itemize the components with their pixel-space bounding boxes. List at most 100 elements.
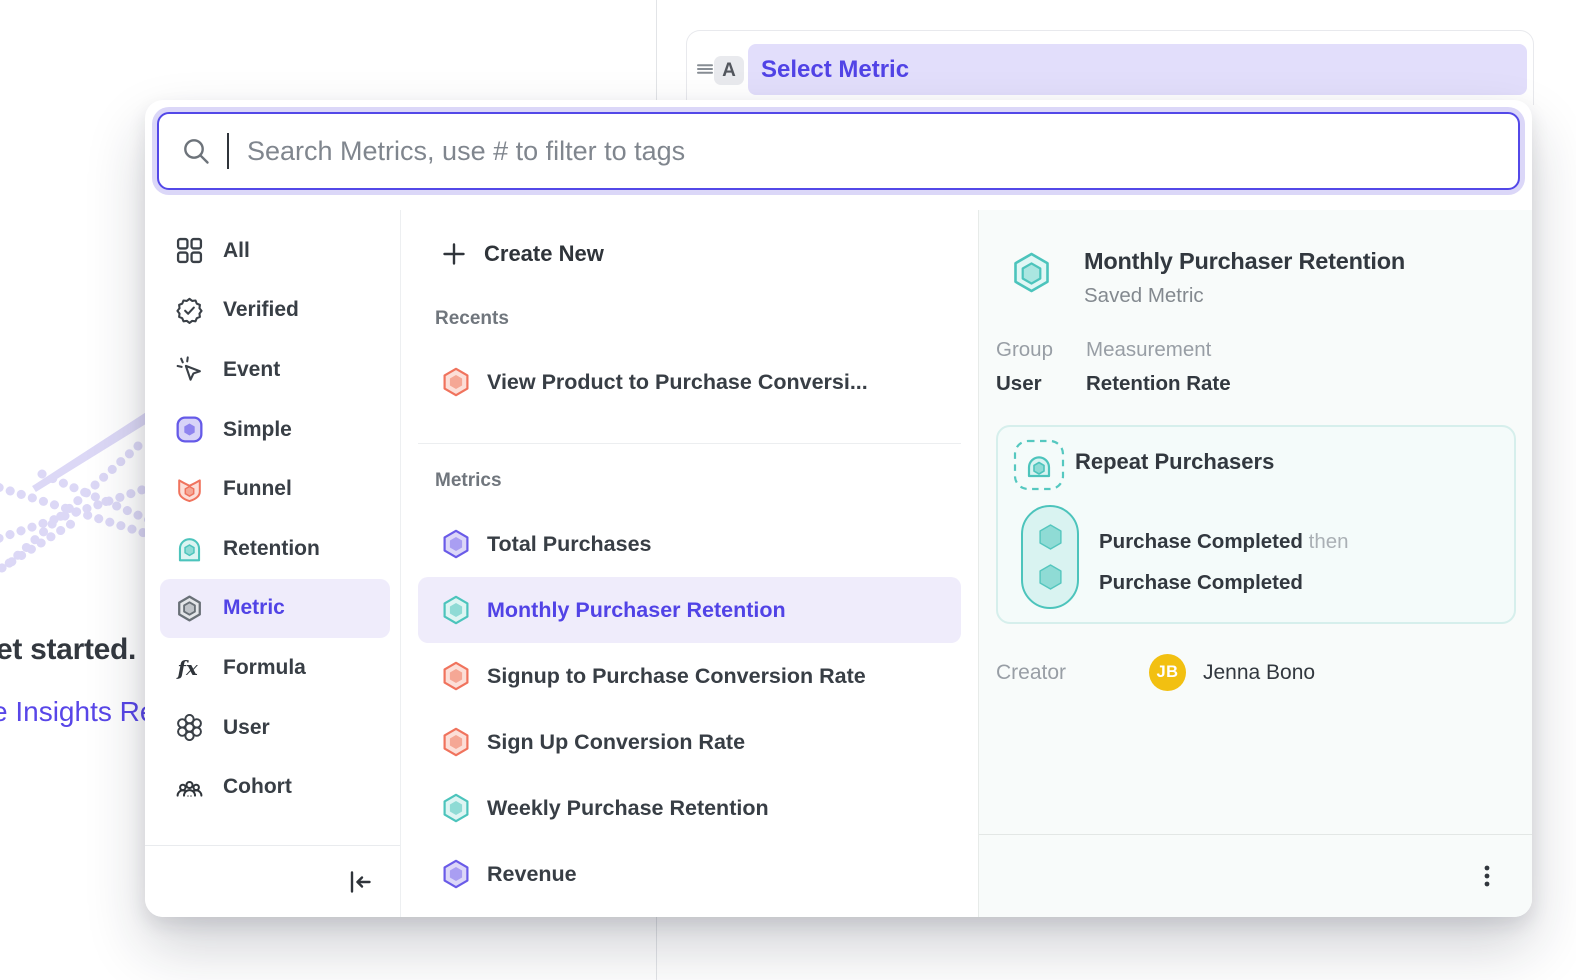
sidebar-item-label: Verified [223,298,299,322]
select-metric-button[interactable]: Select Metric [748,44,1527,95]
metric-item-label: Total Purchases [487,532,652,557]
metric-hexagon-icon [441,367,471,397]
background-insights-link-fragment[interactable]: e Insights Re [0,696,155,728]
step-capsule [1021,505,1079,609]
details-footer [979,834,1532,917]
group-label: Group [996,338,1086,362]
metric-picker-modal: All Verified Event Simple Funnel Retention Met… [145,100,1532,917]
sidebar-item-funnel[interactable]: Funnel [160,459,390,519]
metric-list-item[interactable]: Revenue [418,841,961,907]
cohort-definition-icon [1013,439,1065,491]
funnel-icon [176,476,203,503]
sidebar-item-label: Formula [223,656,306,680]
section-divider [418,443,961,444]
section-items: View Product to Purchase Conversi... [418,349,961,415]
sidebar-item-label: Metric [223,596,285,620]
step-lines: Purchase Completed thenPurchase Complete… [1099,521,1349,603]
metric-hexagon-icon [441,793,471,823]
metric-hexagon-icon [441,859,471,889]
search-icon [181,136,211,166]
sidebar-item-metric[interactable]: Metric [160,579,390,639]
sidebar-item-label: Simple [223,418,292,442]
section-label-metrics: Metrics [418,466,961,496]
step-line: Purchase Completed [1099,562,1349,603]
sidebar-item-simple[interactable]: Simple [160,400,390,460]
create-new-button[interactable]: Create New [418,226,961,282]
grid-icon [176,237,203,264]
metric-list-item[interactable]: Signup to Purchase Conversion Rate [418,643,961,709]
sidebar-footer [145,845,400,917]
saved-metric-name: Repeat Purchasers [1075,449,1274,475]
metric-item-label: Signup to Purchase Conversion Rate [487,664,866,689]
retention-icon [176,535,203,562]
sidebar-item-label: Retention [223,537,320,561]
user-icon [176,714,203,741]
sidebar-item-label: Event [223,358,280,382]
sidebar-item-label: All [223,239,250,263]
plus-icon [441,241,467,267]
event-icon [176,356,203,383]
metric-item-label: View Product to Purchase Conversi... [487,370,868,395]
series-letter-badge[interactable]: A [714,56,744,85]
sidebar-item-event[interactable]: Event [160,340,390,400]
section-items: Total Purchases Monthly Purchaser Retenti… [418,511,961,907]
sidebar-item-all[interactable]: All [160,221,390,281]
metric-item-label: Weekly Purchase Retention [487,796,769,821]
simple-icon [176,416,203,443]
metric-item-label: Revenue [487,862,577,887]
metric-list-item[interactable]: Monthly Purchaser Retention [418,577,961,643]
metric-list-item[interactable]: Total Purchases [418,511,961,577]
create-new-label: Create New [484,241,604,267]
results-column: Create New Recents View Product to Purcha… [400,210,978,917]
sidebar-item-verified[interactable]: Verified [160,281,390,341]
metric-list-item[interactable]: Weekly Purchase Retention [418,775,961,841]
sidebar-item-formula[interactable]: fx Formula [160,638,390,698]
creator-avatar: JB [1149,654,1186,691]
creator-label: Creator [996,661,1149,685]
category-list: All Verified Event Simple Funnel Retention Met… [145,221,400,817]
metric-hexagon-icon [441,529,471,559]
formula-icon: fx [176,654,203,681]
details-header: Monthly Purchaser Retention Saved Metric [1010,248,1405,308]
details-title: Monthly Purchaser Retention [1084,248,1405,275]
metric-hexagon-icon [441,727,471,757]
creator-name: Jenna Bono [1203,661,1315,685]
sidebar-item-label: Cohort [223,775,292,799]
background-heading-fragment: et started. [0,633,136,667]
sidebar-item-label: User [223,716,270,740]
text-cursor [227,133,229,169]
creator-row: Creator JB Jenna Bono [996,654,1315,691]
step-line: Purchase Completed then [1099,521,1349,562]
query-builder-row: A Select Metric [686,30,1534,105]
metric-list-item[interactable]: View Product to Purchase Conversi... [418,349,961,415]
search-input[interactable] [245,136,1496,167]
drag-handle-icon[interactable] [695,59,715,79]
measurement-value: Retention Rate [1086,372,1231,396]
details-subtitle: Saved Metric [1084,284,1405,308]
sidebar-item-user[interactable]: User [160,698,390,758]
cohort-icon [176,774,203,801]
search-bar [157,112,1520,190]
metric-hexagon-icon [441,595,471,625]
sidebar-item-cohort[interactable]: Cohort [160,757,390,817]
metric-item-label: Monthly Purchaser Retention [487,598,786,623]
group-value: User [996,372,1086,396]
metric-hexagon-icon [441,661,471,691]
step-hexagon-icon [1037,523,1064,551]
step-hexagon-icon [1037,563,1064,591]
metric-list-item[interactable]: Sign Up Conversion Rate [418,709,961,775]
saved-metric-hexagon-icon [1010,251,1053,296]
section-label-recents: Recents [418,304,961,334]
details-meta: Group User Measurement Retention Rate [996,338,1231,396]
measurement-label: Measurement [1086,338,1231,362]
results-sections: Recents View Product to Purchase Conversi… [418,304,961,907]
saved-metric-definition-card: Repeat Purchasers Purchase Completed the… [996,425,1516,624]
sidebar-item-retention[interactable]: Retention [160,519,390,579]
collapse-sidebar-icon[interactable] [346,868,374,896]
category-sidebar: All Verified Event Simple Funnel Retention Met… [145,210,400,917]
sidebar-item-label: Funnel [223,477,292,501]
metric-details-panel: Monthly Purchaser Retention Saved Metric… [978,210,1532,917]
more-options-kebab-icon[interactable] [1474,863,1500,889]
select-metric-label: Select Metric [761,56,909,84]
verified-icon [176,297,203,324]
